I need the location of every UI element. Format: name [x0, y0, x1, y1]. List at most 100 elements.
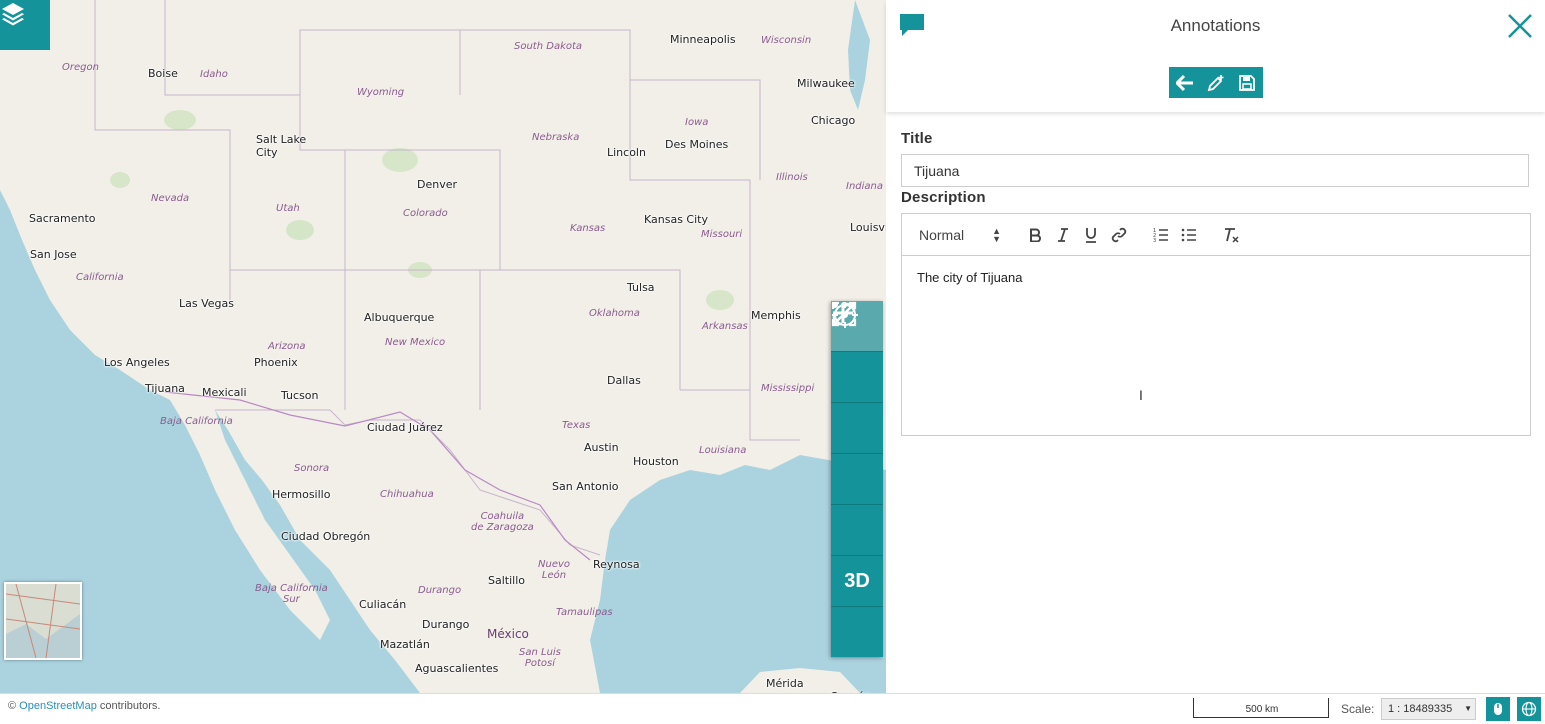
state-label: Nevada	[151, 193, 190, 204]
city-label-salt-lake: Salt Lake City	[256, 133, 307, 159]
panel-title: Annotations	[1170, 16, 1261, 35]
select-arrows-icon: ▲ ▼	[992, 225, 1001, 244]
ordered-list-icon: 1 2 3	[1153, 228, 1168, 243]
layers-button[interactable]	[0, 0, 50, 50]
state-label: Iowa	[685, 117, 709, 128]
city-label-tijuana: Tijuana	[145, 382, 185, 395]
description-editor: Normal ▲ ▼ 1 2 3 The city of Tijuana	[901, 213, 1531, 436]
city-label-las-vegas: Las Vegas	[179, 297, 234, 310]
state-label: Idaho	[200, 69, 228, 80]
title-label: Title	[901, 130, 933, 147]
map-viewport[interactable]: Minneapolis Boise Milwaukee Salt Lake City Ch…	[0, 0, 886, 693]
city-label-reynosa: Reynosa	[593, 558, 640, 571]
city-label-los-angeles: Los Angeles	[104, 356, 170, 369]
city-label-culiacan: Culiacán	[359, 598, 407, 611]
minimap-preview	[6, 584, 80, 658]
back-button[interactable]	[1171, 69, 1199, 97]
city-label-san-jose: San Jose	[30, 248, 77, 261]
country-label: México	[487, 627, 529, 641]
format-select-value: Normal	[919, 226, 965, 243]
clear-format-icon	[1225, 227, 1239, 243]
city-label-sacramento: Sacramento	[29, 212, 96, 225]
state-label: Arizona	[268, 341, 306, 352]
bullet-list-button[interactable]	[1175, 221, 1203, 249]
state-label: Nebraska	[532, 132, 580, 143]
city-label-dallas: Dallas	[607, 374, 641, 387]
zoom-extent-button[interactable]	[831, 301, 883, 504]
link-button[interactable]	[1105, 221, 1133, 249]
city-label-houston: Houston	[633, 455, 679, 468]
save-button[interactable]	[1233, 69, 1261, 97]
city-label-kansas-city: Kansas City	[644, 213, 708, 226]
state-label: Baja California Sur	[255, 583, 328, 605]
italic-icon	[1058, 227, 1068, 242]
panel-header: Annotations	[886, 0, 1545, 112]
description-text-area[interactable]: The city of Tijuana	[902, 256, 1530, 299]
city-label-hermosillo: Hermosillo	[272, 488, 331, 501]
state-label: Indiana	[846, 181, 884, 192]
city-label-merida: Mérida	[766, 677, 804, 690]
city-label-phoenix: Phoenix	[254, 356, 298, 369]
more-button[interactable]	[831, 302, 883, 657]
underline-icon	[1086, 227, 1096, 243]
state-label: Coahuila de Zaragoza	[471, 511, 534, 533]
italic-button[interactable]	[1049, 221, 1077, 249]
close-icon[interactable]	[1506, 12, 1534, 45]
state-label: Durango	[418, 585, 462, 596]
3d-button[interactable]: 3D	[831, 555, 883, 606]
state-label: Arkansas	[702, 321, 748, 332]
format-select[interactable]: Normal ▲ ▼	[912, 225, 1007, 244]
zoom-in-button[interactable]	[831, 303, 883, 402]
state-label: Louisiana	[699, 445, 747, 456]
underline-button[interactable]	[1077, 221, 1105, 249]
description-label: Description	[901, 189, 986, 206]
state-label: Mississippi	[761, 383, 815, 394]
bullet-list-icon	[1181, 228, 1196, 241]
city-label-mexicali: Mexicali	[202, 386, 247, 399]
more-icon	[832, 302, 856, 308]
scale-select[interactable]: 1 : 18489335 ▼	[1381, 698, 1476, 720]
arrow-left-icon	[1175, 74, 1193, 91]
clear-format-button[interactable]	[1217, 221, 1245, 249]
map-attribution: © OpenStreetMap contributors.	[8, 700, 160, 712]
layers-icon	[2, 3, 24, 26]
editor-toolbar: Normal ▲ ▼ 1 2 3	[902, 214, 1530, 256]
status-bar: © OpenStreetMap contributors. 500 km Sca…	[0, 693, 1545, 724]
edit-geometry-button[interactable]	[1202, 69, 1230, 97]
scale-bar-label: 500 km	[1245, 704, 1279, 715]
mouse-icon	[1494, 703, 1502, 715]
annotation-toolbar	[1169, 67, 1263, 98]
city-label-ciudad-obregon: Ciudad Obregón	[281, 530, 371, 543]
state-label: Utah	[276, 203, 300, 214]
title-input[interactable]	[901, 154, 1529, 187]
state-label: South Dakota	[514, 41, 583, 52]
state-label: Colorado	[403, 208, 448, 219]
state-label: Chihuahua	[380, 489, 434, 500]
state-label: New Mexico	[385, 337, 446, 348]
chevron-down-icon: ▼	[1464, 704, 1472, 713]
city-label-milwaukee: Milwaukee	[797, 77, 855, 90]
scale-bar: 500 km	[1193, 698, 1329, 718]
background-selector-thumbnail[interactable]	[4, 582, 82, 660]
mouse-position-button[interactable]	[1486, 697, 1510, 721]
state-label: Missouri	[701, 229, 743, 240]
state-label: Wisconsin	[761, 35, 812, 46]
state-label: Nuevo León	[538, 559, 571, 581]
state-label: Illinois	[776, 172, 808, 183]
city-label-aguascalientes: Aguascalientes	[415, 662, 499, 675]
city-label-tucson: Tucson	[281, 389, 319, 402]
city-label-mazatlan: Mazatlán	[380, 638, 430, 651]
city-label-san-antonio: San Antonio	[552, 480, 619, 493]
state-label: Oregon	[62, 62, 99, 73]
ordered-list-button[interactable]: 1 2 3	[1147, 221, 1175, 249]
city-label-denver: Denver	[417, 178, 458, 191]
save-icon	[1239, 74, 1256, 91]
crs-button[interactable]	[1517, 697, 1541, 721]
state-label: Texas	[562, 420, 591, 431]
fullscreen-button[interactable]	[831, 302, 883, 555]
openstreetmap-link[interactable]: OpenStreetMap	[19, 700, 97, 712]
bold-button[interactable]	[1021, 221, 1049, 249]
zoom-out-button[interactable]	[831, 311, 883, 453]
city-label-memphis: Memphis	[751, 309, 801, 322]
state-label: Oklahoma	[589, 308, 640, 319]
